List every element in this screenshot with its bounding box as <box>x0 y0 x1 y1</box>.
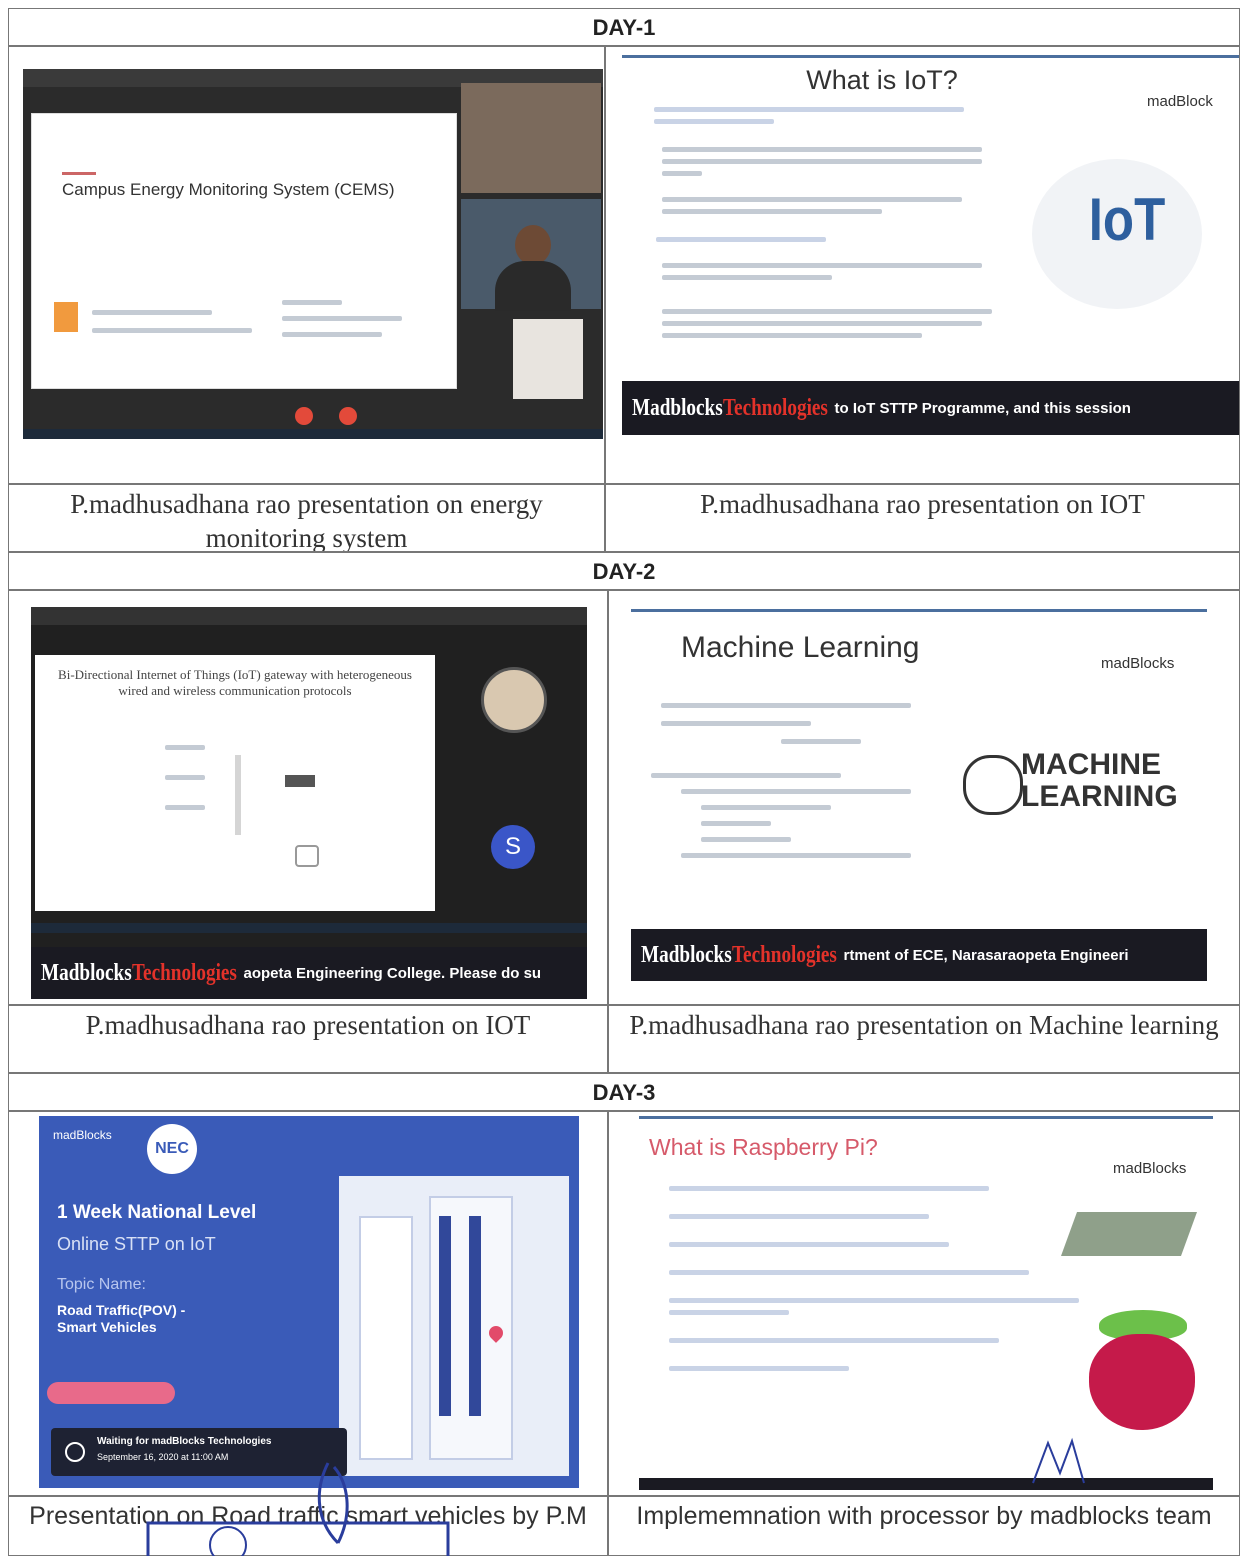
taskbar <box>31 923 587 933</box>
broadcast-icon <box>65 1442 85 1462</box>
day1-left-cell: Campus Energy Monitoring System (CEMS) <box>8 46 605 484</box>
day2-right-screenshot: Machine Learning madBlocks MACHINE LEARN… <box>631 609 1207 981</box>
banner-brand-accent: Technologies <box>132 959 238 986</box>
banner-ticker-text: aopeta Engineering College. Please do su <box>243 964 542 982</box>
day2-right-cell: Machine Learning madBlocks MACHINE LEARN… <box>608 590 1240 1005</box>
poster-heading: 1 Week National Level <box>57 1202 257 1223</box>
title-accent <box>62 172 96 175</box>
ticker-banner: Madblocks Technologies aopeta Engineerin… <box>31 947 587 999</box>
ticker-banner: Madblocks Technologies to IoT STTP Progr… <box>622 381 1239 435</box>
ml-line-1: MACHINE <box>1021 748 1161 781</box>
day3-right-cell: What is Raspberry Pi? madBlocks <box>608 1111 1240 1496</box>
madblocks-logo: madBlock <box>1147 93 1213 110</box>
presentation-slide: Campus Energy Monitoring System (CEMS) <box>31 113 457 389</box>
iot-big-word: IoT <box>1088 186 1166 253</box>
taskbar <box>23 429 603 439</box>
camera-button[interactable] <box>339 407 357 425</box>
slide-title: What is Raspberry Pi? <box>649 1134 878 1160</box>
slide-title: What is IoT? <box>806 65 958 95</box>
ml-graphic-text: MACHINE LEARNING <box>1021 749 1178 813</box>
date-pill <box>47 1382 175 1404</box>
presentation-slide: Bi-Directional Internet of Things (IoT) … <box>35 655 435 911</box>
day2-left-cell: Bi-Directional Internet of Things (IoT) … <box>8 590 608 1005</box>
banner-brand-accent: Technologies <box>732 941 838 968</box>
nec-badge: NEC <box>147 1124 197 1174</box>
day2-left-screenshot: Bi-Directional Internet of Things (IoT) … <box>31 607 587 999</box>
banner-ticker-text: rtment of ECE, Narasaraopeta Engineeri <box>843 946 1129 964</box>
day1-left-caption: P.madhusadhana rao presentation on energ… <box>8 484 605 552</box>
raspberry-logo <box>1089 1334 1195 1430</box>
brain-icon <box>963 755 1023 815</box>
banner-brand: Madblocks <box>641 941 732 968</box>
poster-subheading: Online STTP on IoT <box>57 1234 216 1254</box>
day1-left-screenshot: Campus Energy Monitoring System (CEMS) <box>23 69 603 439</box>
presenter-avatar <box>481 667 547 733</box>
video-tile-participant-3 <box>513 319 583 399</box>
city-illustration <box>339 1176 569 1476</box>
topic-label: Topic Name: <box>57 1276 146 1293</box>
video-tile-participant-2 <box>461 199 601 311</box>
document-sheet: DAY-1 Campus Energy Monitoring System (C… <box>8 8 1240 1556</box>
ticker-banner: Madblocks Technologies rtment of ECE, Na… <box>631 929 1207 981</box>
participant-avatar: S <box>491 825 535 869</box>
banner-brand-accent: Technologies <box>723 394 829 421</box>
slide-title: Bi-Directional Internet of Things (IoT) … <box>58 667 412 698</box>
day1-right-caption: P.madhusadhana rao presentation on IOT <box>605 484 1240 552</box>
window-titlebar <box>31 607 587 625</box>
day3-left-poster: madBlocks NEC 1 Week National Level Onli… <box>39 1116 579 1488</box>
router-icon <box>285 775 315 787</box>
waiting-line-2: September 16, 2020 at 11:00 AM <box>97 1452 229 1462</box>
day3-right-caption: Implememnation with processor by madbloc… <box>608 1496 1240 1556</box>
day3-left-caption: Presentation on Road traffic smart vehic… <box>8 1496 608 1556</box>
day1-right-cell: What is IoT? madBlock IoT Madblocks Tech… <box>605 46 1240 484</box>
ml-line-2: LEARNING <box>1021 780 1178 813</box>
day3-right-screenshot: What is Raspberry Pi? madBlocks <box>639 1116 1213 1490</box>
madblocks-logo: madBlocks <box>1113 1160 1187 1177</box>
waiting-line-1: Waiting for madBlocks Technologies <box>97 1436 272 1447</box>
banner-brand: Madblocks <box>632 394 723 421</box>
topic-name: Road Traffic(POV) - Smart Vehicles <box>57 1302 186 1335</box>
day1-right-screenshot: What is IoT? madBlock IoT Madblocks Tech… <box>622 55 1239 435</box>
banner-brand: Madblocks <box>41 959 132 986</box>
raspberry-pi-board <box>1060 1212 1198 1256</box>
waiting-notice: Waiting for madBlocks Technologies Septe… <box>51 1428 347 1476</box>
slide-title: Campus Energy Monitoring System (CEMS) <box>62 180 395 199</box>
logo-icon <box>54 302 78 332</box>
madblocks-logo: madBlocks <box>1101 655 1175 672</box>
video-tile-participant-1 <box>461 83 601 193</box>
mic-button[interactable] <box>295 407 313 425</box>
slide-top-rule <box>639 1116 1213 1119</box>
slide-title: Machine Learning <box>681 631 920 664</box>
device-icon <box>295 845 319 867</box>
day3-left-cell: madBlocks NEC 1 Week National Level Onli… <box>8 1111 608 1496</box>
day2-left-caption: P.madhusadhana rao presentation on IOT <box>8 1005 608 1073</box>
day1-header: DAY-1 <box>8 8 1240 46</box>
banner-ticker-text: to IoT STTP Programme, and this session <box>834 399 1131 417</box>
day2-right-caption: P.madhusadhana rao presentation on Machi… <box>608 1005 1240 1073</box>
slide-top-rule <box>631 609 1207 612</box>
day2-header: DAY-2 <box>8 552 1240 590</box>
slide-top-rule <box>622 55 1239 58</box>
madblocks-logo: madBlocks <box>53 1128 112 1142</box>
day3-header: DAY-3 <box>8 1073 1240 1111</box>
